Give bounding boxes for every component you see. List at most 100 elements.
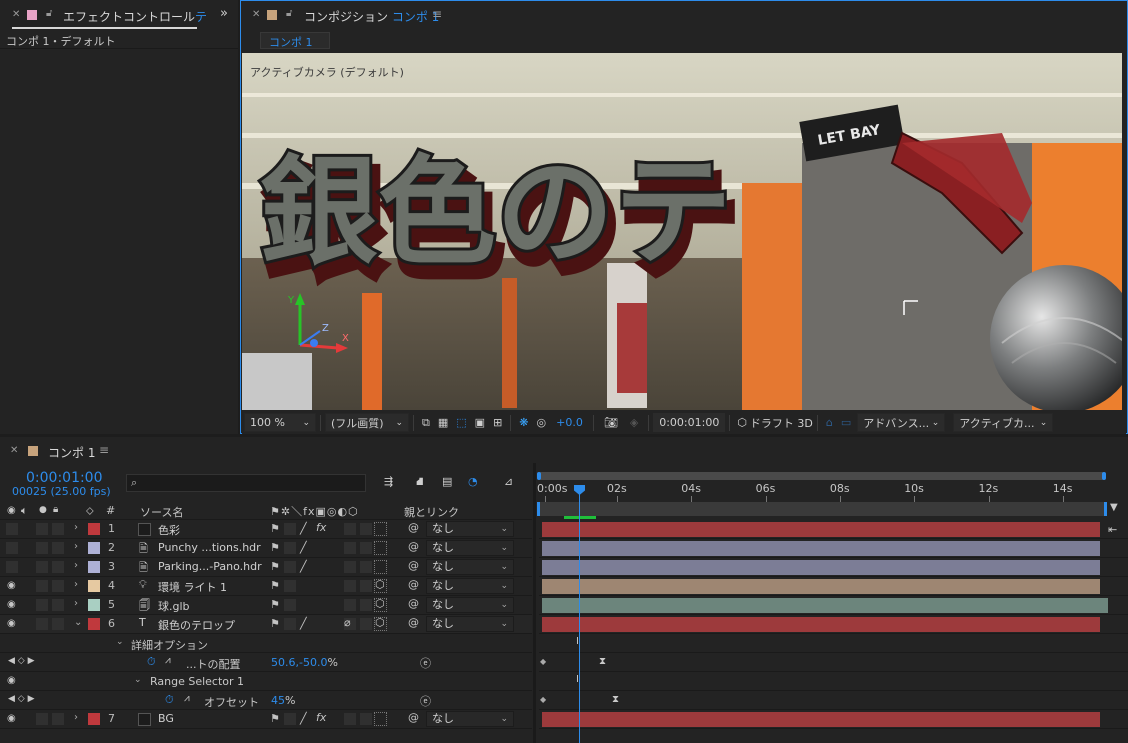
color-channels-icon[interactable]: ❋ <box>519 416 528 429</box>
layer-label-color[interactable] <box>88 580 100 592</box>
shy-switch-icon[interactable]: ⚑ <box>270 560 280 573</box>
comp-subtab[interactable]: コンポ 1 <box>260 32 330 49</box>
expression-pickwhip-icon[interactable]: ⓔ <box>420 655 431 671</box>
adjustment-switch[interactable] <box>360 542 372 554</box>
frame-blending-icon[interactable]: ▤ <box>442 475 452 488</box>
layer-source-name[interactable]: 環境 ライト 1 <box>158 579 227 595</box>
fast-preview-icon[interactable]: ⧉ <box>422 416 430 430</box>
chevron-right-icon[interactable]: › <box>74 522 78 533</box>
expression-pickwhip-icon[interactable]: ⓔ <box>420 693 431 709</box>
motion-blur-switch[interactable] <box>344 542 356 554</box>
3d-layer-switch[interactable] <box>374 712 387 726</box>
composition-tab-title[interactable]: コンポジション コンポ 1 <box>304 8 439 25</box>
layer-track[interactable] <box>539 539 1128 558</box>
source-name-header[interactable]: ソース名 <box>140 504 183 520</box>
layer-source-name[interactable]: Punchy ...tions.hdr <box>158 541 261 554</box>
pickwhip-icon[interactable]: @ <box>408 597 419 610</box>
adjustment-switch[interactable] <box>360 580 372 592</box>
audio-icon[interactable]: 🔈︎ <box>21 504 28 518</box>
layer-search-input[interactable]: ⌕ <box>126 474 366 492</box>
adjustment-switch[interactable] <box>360 599 372 611</box>
lock-toggle[interactable] <box>52 618 64 630</box>
adjustment-switch[interactable] <box>360 713 372 725</box>
effect-controls-tab-title[interactable]: エフェクトコントロールテ <box>63 8 207 25</box>
motion-blur-switch[interactable] <box>344 561 356 573</box>
collapse-switch[interactable] <box>284 542 296 554</box>
offset-value[interactable]: 45% <box>271 694 295 707</box>
3d-layer-switch[interactable] <box>374 522 387 536</box>
grid-guides-icon[interactable]: ⊞ <box>493 416 502 429</box>
collapse-switch[interactable] <box>284 561 296 573</box>
layer-row[interactable]: ◉ › 4 💡︎ 環境 ライト 1 ⚑ ⬡ @ なし ⌄ <box>0 577 532 596</box>
graph-icon[interactable]: ⩘ <box>165 655 171 666</box>
color-management-icon[interactable]: ◎ <box>537 416 547 429</box>
property-track[interactable] <box>539 653 1128 672</box>
shy-switch-icon[interactable]: ⚑ <box>270 541 280 554</box>
layer-duration-bar[interactable] <box>542 598 1108 613</box>
pickwhip-icon[interactable]: @ <box>408 521 419 534</box>
solo-toggle[interactable] <box>36 713 48 725</box>
pickwhip-icon[interactable]: @ <box>408 559 419 572</box>
timeline-timecode[interactable]: 0:00:01:00 <box>26 470 103 486</box>
collapse-switch[interactable] <box>284 599 296 611</box>
visibility-toggle[interactable] <box>6 523 18 535</box>
quality-switch-icon[interactable]: ╱ <box>300 617 307 630</box>
chevron-right-icon[interactable]: › <box>74 560 78 571</box>
layer-duration-bar[interactable] <box>542 560 1100 575</box>
keyframe-nav-icon[interactable]: ◀ ◇ ▶ <box>8 694 35 704</box>
shy-switch-icon[interactable]: ⚑ <box>270 712 280 725</box>
chevron-right-icon[interactable]: › <box>74 579 78 590</box>
pickwhip-icon[interactable]: @ <box>408 616 419 629</box>
lock-icon[interactable]: 🔓︎ <box>286 8 292 19</box>
position-value[interactable]: 50.6,-50.0% <box>271 656 338 669</box>
draft-3d-toggle-icon[interactable]: ⛘ <box>416 475 424 490</box>
layer-track[interactable] <box>539 520 1128 539</box>
eye-icon[interactable]: ◉ <box>7 599 16 610</box>
motion-blur-icon[interactable]: ◔ <box>468 475 478 488</box>
region-of-interest-icon[interactable]: ▣ <box>475 416 485 429</box>
graph-editor-icon[interactable]: ⊿ <box>504 475 513 488</box>
eye-icon[interactable]: ◉ <box>7 580 16 591</box>
panel-menu-icon[interactable]: ≡ <box>99 443 109 457</box>
shy-switch-icon[interactable]: ⚑ <box>270 598 280 611</box>
3d-layer-switch[interactable] <box>374 560 387 574</box>
fx-switch-icon[interactable]: fx <box>316 521 326 534</box>
solo-icon[interactable]: ● <box>39 505 47 515</box>
shy-switch-icon[interactable]: ⚑ <box>270 522 280 535</box>
show-snapshot-icon[interactable]: ◈ <box>630 416 638 429</box>
collapse-switch[interactable] <box>284 713 296 725</box>
motion-blur-switch[interactable] <box>344 713 356 725</box>
exposure-value[interactable]: +0.0 <box>556 416 583 429</box>
layer-track[interactable] <box>539 558 1128 577</box>
motion-blur-switch[interactable] <box>344 580 356 592</box>
layer-duration-bar[interactable] <box>542 712 1100 727</box>
collapse-switch[interactable] <box>284 523 296 535</box>
shy-switch-icon[interactable]: ⚑ <box>270 579 280 592</box>
layer-duration-bar[interactable] <box>542 617 1100 632</box>
motion-blur-switch[interactable] <box>344 599 356 611</box>
lock-toggle[interactable] <box>52 523 64 535</box>
lock-toggle[interactable] <box>52 599 64 611</box>
chevron-right-icon[interactable]: › <box>74 541 78 552</box>
layer-row[interactable]: › 1 色彩 ⚑ ╱ fx @ なし ⌄ <box>0 520 532 539</box>
draft-3d-icon[interactable]: ⌂ <box>826 416 833 429</box>
layer-duration-bar[interactable] <box>542 541 1100 556</box>
layer-track[interactable] <box>539 615 1128 634</box>
layer-track[interactable] <box>539 596 1128 615</box>
adjustment-switch[interactable] <box>360 618 372 630</box>
layer-track[interactable] <box>539 710 1128 729</box>
eye-icon[interactable]: ◉ <box>7 618 16 629</box>
extended-viewer-icon[interactable]: ▭ <box>841 416 851 429</box>
property-track[interactable] <box>539 691 1128 710</box>
layer-source-name[interactable]: BG <box>158 712 174 725</box>
3d-renderer-icon[interactable]: ⬡ <box>737 416 747 429</box>
chevron-down-icon[interactable]: ⌄ <box>116 637 124 647</box>
motion-blur-switch[interactable] <box>344 523 356 535</box>
keyframe-diamond[interactable]: ◆ <box>540 657 546 666</box>
parent-dropdown[interactable]: なし ⌄ <box>426 540 514 556</box>
parent-link-header[interactable]: 親とリンク <box>404 504 459 520</box>
motion-blur-icon[interactable]: ⌀ <box>344 616 351 629</box>
parent-dropdown[interactable]: なし ⌄ <box>426 616 514 632</box>
snapshot-icon[interactable]: 📷︎ <box>604 416 618 429</box>
layer-source-name[interactable]: 色彩 <box>158 522 180 538</box>
